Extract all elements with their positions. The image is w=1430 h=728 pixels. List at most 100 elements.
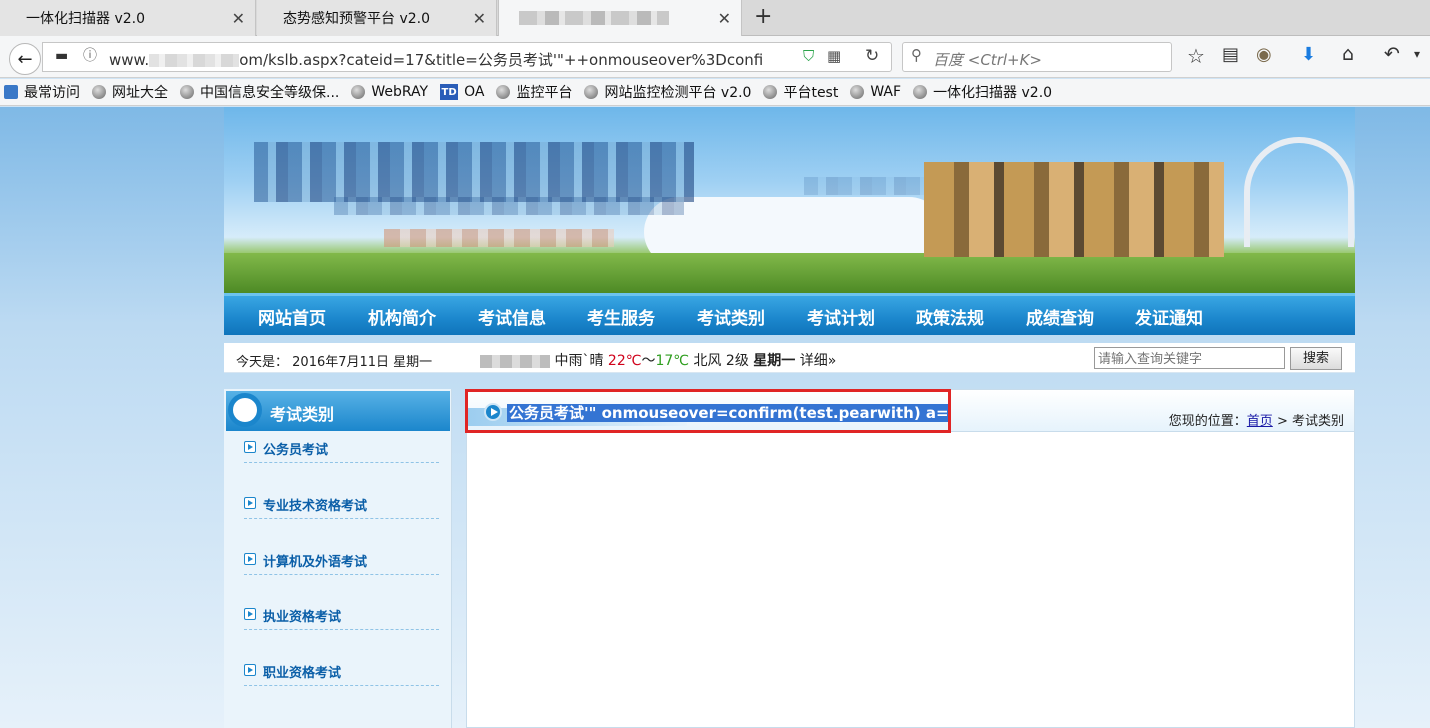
play-square-icon: [244, 664, 256, 676]
bookmark-label: 中国信息安全等级保...: [200, 85, 340, 101]
url-redacted: [149, 54, 240, 67]
breadcrumb-home-link[interactable]: 首页: [1247, 414, 1273, 429]
menu-item[interactable]: 考生服务: [587, 304, 655, 329]
menu-item[interactable]: 考试信息: [478, 304, 546, 329]
menu-item[interactable]: 考试计划: [807, 304, 875, 329]
qr-code-icon[interactable]: ▦: [827, 49, 841, 64]
keyword-search-input[interactable]: [1094, 347, 1285, 369]
bookmark-item[interactable]: 监控平台: [496, 82, 572, 102]
bookmark-label: 网站监控检测平台 v2.0: [604, 85, 752, 101]
bookmark-item[interactable]: 一体化扫描器 v2.0: [913, 82, 1052, 102]
bookmark-item[interactable]: 平台test: [763, 82, 838, 102]
search-bar[interactable]: ⚲ 百度 <Ctrl+K>: [902, 42, 1172, 72]
weather-detail-link[interactable]: 详细»: [800, 353, 837, 369]
banner-grass: [224, 253, 1355, 293]
download-icon[interactable]: ⬇: [1301, 46, 1316, 64]
site-banner: [224, 107, 1355, 293]
sidebar-item-label: 职业资格考试: [263, 666, 342, 681]
back-arrow-icon[interactable]: ←: [9, 43, 41, 75]
folder-icon[interactable]: ▬: [55, 49, 68, 63]
breadcrumb-separator: >: [1276, 414, 1288, 429]
bookmark-star-icon[interactable]: ☆: [1187, 46, 1205, 66]
wind: 北风: [693, 353, 722, 369]
bookmark-most-visited[interactable]: 最常访问: [4, 82, 80, 102]
sidebar-item-label: 公务员考试: [263, 443, 329, 458]
globe-icon: [92, 85, 106, 99]
menu-item[interactable]: 考试类别: [697, 304, 765, 329]
main-menu: 网站首页 机构简介 考试信息 考生服务 考试类别 考试计划 政策法规 成绩查询 …: [224, 293, 1355, 335]
banner-building: [924, 162, 1224, 257]
sidebar: 考试类别 公务员考试 专业技术资格考试 计算机及外语考试 执业资格考试 职业资格…: [224, 389, 452, 728]
info-icon[interactable]: ⓘ: [83, 49, 97, 63]
date-value: 2016年7月11日 星期一: [292, 355, 433, 370]
close-tab-icon[interactable]: ✕: [718, 9, 731, 28]
highlight-box: [465, 389, 951, 433]
globe-icon: [496, 85, 511, 99]
sidebar-item[interactable]: 计算机及外语考试: [244, 549, 439, 575]
search-icon: ⚲: [911, 46, 922, 64]
menu-item[interactable]: 发证通知: [1135, 304, 1203, 329]
breadcrumb-label: 您现的位置：: [1168, 414, 1247, 429]
wind-level: 2级: [725, 353, 749, 369]
home-icon[interactable]: ⌂: [1342, 45, 1354, 64]
url-text[interactable]: www. om/kslb.aspx?cateid=17&title=公务员考试'"…: [109, 49, 763, 70]
bookmark-item[interactable]: WebRAY: [351, 84, 428, 100]
temp-low: 17℃: [655, 353, 689, 369]
url-bar[interactable]: ▬ ⓘ www. om/kslb.aspx?cateid=17&title=公务员…: [42, 42, 892, 72]
tab-situation[interactable]: 态势感知预警平台 v2.0 ✕: [257, 0, 497, 36]
menu-item[interactable]: 机构简介: [368, 304, 436, 329]
bookmark-label: 监控平台: [516, 85, 573, 101]
globe-icon: [913, 85, 928, 99]
search-bookmark-icon: [4, 85, 18, 99]
tab-current[interactable]: ✕: [498, 0, 742, 36]
sidebar-item[interactable]: 公务员考试: [244, 437, 439, 463]
sidebar-item[interactable]: 专业技术资格考试: [244, 493, 439, 519]
swirl-icon: [228, 393, 262, 427]
search-button[interactable]: 搜索: [1290, 347, 1342, 370]
weather-display: 中雨`晴 22℃～17℃ 北风 2级 星期一 详细»: [480, 350, 836, 370]
close-tab-icon[interactable]: ✕: [232, 9, 245, 28]
sidebar-item[interactable]: 职业资格考试: [244, 660, 439, 686]
bookmark-label: 网址大全: [112, 85, 168, 101]
reload-icon[interactable]: ↻: [865, 48, 879, 65]
breadcrumb-current: 考试类别: [1291, 414, 1344, 429]
sidebar-item-label: 执业资格考试: [263, 610, 342, 625]
url-path: om/kslb.aspx?cateid=17&title=公务员考试'"++on…: [239, 51, 764, 69]
plus-icon[interactable]: +: [754, 4, 772, 29]
tab-title: 态势感知预警平台 v2.0: [283, 11, 430, 27]
td-icon: TD: [440, 84, 459, 100]
shield-icon[interactable]: ⛉: [803, 49, 814, 64]
bookmark-item[interactable]: 中国信息安全等级保...: [180, 82, 339, 102]
globe-icon: [584, 85, 599, 99]
tab-scanner[interactable]: 一体化扫描器 v2.0 ✕: [0, 0, 256, 36]
date-label: 今天是：: [236, 355, 289, 370]
sidebar-item[interactable]: 执业资格考试: [244, 604, 439, 630]
close-tab-icon[interactable]: ✕: [473, 9, 486, 28]
sidebar-title: 考试类别: [270, 405, 335, 424]
breadcrumb: 您现的位置：首页 > 考试类别: [1169, 410, 1344, 429]
play-square-icon: [244, 497, 256, 509]
profile-icon[interactable]: ◉: [1256, 46, 1272, 64]
menu-item[interactable]: 政策法规: [916, 304, 984, 329]
info-bar: 今天是： 2016年7月11日 星期一 中雨`晴 22℃～17℃ 北风 2级 星…: [224, 343, 1355, 373]
url-prefix: www.: [109, 51, 150, 69]
globe-icon: [180, 85, 194, 99]
globe-icon: [763, 85, 778, 99]
menu-item[interactable]: 网站首页: [258, 304, 326, 329]
bookmark-item[interactable]: 网址大全: [92, 82, 168, 102]
content-panel: 公务员考试'" onmouseover=confirm(test.pearwit…: [465, 389, 1355, 728]
bookmark-item[interactable]: 网站监控检测平台 v2.0: [584, 82, 751, 102]
sidebar-item-label: 计算机及外语考试: [263, 555, 368, 570]
reading-list-icon[interactable]: ▤: [1222, 46, 1239, 64]
site-subtitle-redacted: [334, 197, 684, 215]
undo-icon[interactable]: ↶: [1384, 45, 1400, 64]
tab-bar: 一体化扫描器 v2.0 ✕ 态势感知预警平台 v2.0 ✕ ✕ +: [0, 0, 1430, 36]
site-slogan-redacted: [384, 229, 614, 247]
menu-item[interactable]: 成绩查询: [1026, 304, 1094, 329]
search-placeholder: 百度 <Ctrl+K>: [933, 51, 1042, 69]
bookmark-item[interactable]: TD OA: [440, 84, 484, 100]
bookmark-item[interactable]: WAF: [850, 84, 901, 100]
temp-sep: ～: [641, 353, 656, 369]
menu-chevron-icon[interactable]: ▾: [1414, 48, 1420, 60]
bookmarks-toolbar: 最常访问 网址大全 中国信息安全等级保... WebRAY TD OA 监控平台 …: [0, 79, 1430, 106]
